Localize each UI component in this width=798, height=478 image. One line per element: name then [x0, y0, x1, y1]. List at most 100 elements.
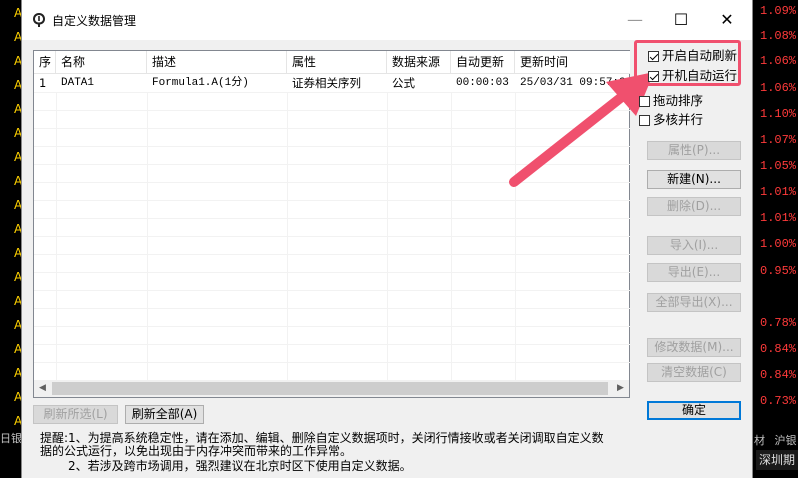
grid-line — [34, 254, 630, 255]
ticker-letter: A — [14, 342, 23, 356]
ticker-letter: A — [14, 126, 23, 140]
grid-line — [34, 236, 630, 237]
change-percent: 0.84% — [760, 342, 797, 356]
change-percent: 1.08% — [760, 29, 797, 43]
auto-refresh-label: 开启自动刷新 — [662, 48, 738, 63]
checkbox-unchecked-icon — [639, 96, 650, 107]
column-header-source[interactable]: 数据来源 — [387, 51, 451, 73]
drag-sort-label: 拖动排序 — [653, 93, 704, 108]
change-percent: 1.09% — [760, 4, 797, 18]
checkbox-checked-icon — [648, 71, 659, 82]
strip-item: 材 — [754, 434, 765, 447]
multi-core-checkbox[interactable]: 多核并行 — [639, 112, 703, 128]
change-percent: 1.01% — [760, 185, 797, 199]
ticker-letter: A — [14, 366, 23, 380]
app-logo-icon — [33, 13, 45, 27]
background-strip-left: 日银 — [0, 432, 22, 445]
import-button[interactable]: 导入(I)... — [647, 236, 741, 255]
scroll-right-icon[interactable]: ▶ — [612, 380, 629, 397]
multi-core-label: 多核并行 — [653, 112, 704, 127]
change-percent: 0.73% — [760, 394, 797, 408]
cell-name: DATA1 — [61, 77, 95, 89]
cell-attribute: 证券相关序列 — [292, 76, 361, 90]
change-percent: 1.01% — [760, 211, 797, 225]
strip-item: 沪银 — [774, 434, 797, 447]
modify-data-button[interactable]: 修改数据(M)... — [647, 338, 741, 357]
drag-sort-checkbox[interactable]: 拖动排序 — [639, 93, 703, 109]
ticker-letter: A — [14, 318, 23, 332]
column-header-description[interactable]: 描述 — [147, 51, 287, 73]
scroll-thumb[interactable] — [52, 382, 608, 395]
cell-description: Formula1.A(1分) — [152, 77, 249, 89]
change-percent: 1.05% — [760, 159, 797, 173]
ok-button[interactable]: 确定 — [647, 401, 741, 420]
clear-data-button[interactable]: 清空数据(C) — [647, 363, 741, 382]
grid-line — [387, 92, 388, 382]
horizontal-scrollbar[interactable]: ◀ ▶ — [34, 380, 629, 397]
change-percent: 0.78% — [760, 316, 797, 330]
background-right-column: 1.09% 1.08% 1.06% 1.06% 1.10% 1.07% 1.05… — [752, 0, 798, 478]
delete-button[interactable]: 删除(D)... — [647, 197, 741, 216]
grid-line — [34, 308, 630, 309]
background-bottom-tab[interactable]: 深圳期 — [756, 450, 798, 470]
ticker-letter: A — [14, 78, 23, 92]
column-header-index[interactable]: 序 — [34, 51, 56, 73]
refresh-all-button[interactable]: 刷新全部(A) — [125, 405, 204, 424]
tip-line-2: 据的公式运行，以免出现由于内存冲突而带来的工作异常。 — [40, 444, 353, 458]
ticker-letter: A — [14, 174, 23, 188]
tip-line-3: 2、若涉及跨市场调用，强烈建议在北京时区下使用自定义数据。 — [68, 459, 412, 473]
auto-run-checkbox[interactable]: 开机自动运行 — [648, 68, 737, 84]
change-percent: 1.07% — [760, 133, 797, 147]
change-percent: 1.10% — [760, 107, 797, 121]
dialog-title: 自定义数据管理 — [52, 14, 137, 28]
checkbox-unchecked-icon — [639, 115, 650, 126]
ticker-letter: A — [14, 390, 23, 404]
grid-line — [34, 272, 630, 273]
ticker-letter: A — [14, 6, 23, 20]
refresh-selected-button[interactable]: 刷新所选(L) — [33, 405, 118, 424]
grid-line — [451, 92, 452, 382]
ticker-letter: A — [14, 150, 23, 164]
new-button[interactable]: 新建(N)... — [647, 170, 741, 189]
change-percent: 1.06% — [760, 81, 797, 95]
minimize-button[interactable]: — — [612, 0, 658, 40]
ticker-letter: A — [14, 54, 23, 68]
column-header-attribute[interactable]: 属性 — [287, 51, 387, 73]
ticker-letter: A — [14, 222, 23, 236]
annotation-arrow-icon — [509, 72, 654, 187]
change-percent: 1.06% — [760, 54, 797, 68]
cell-index: 1 — [39, 76, 47, 90]
properties-button[interactable]: 属性(P)... — [647, 141, 741, 160]
ticker-letter: A — [14, 270, 23, 284]
change-percent: 0.84% — [760, 368, 797, 382]
ticker-letter: A — [14, 198, 23, 212]
background-strip-right: 材 沪银 — [754, 432, 797, 448]
tip-text: 提醒:1、为提高系统稳定性，请在添加、编辑、删除自定义数据项时，关闭行情接收或者… — [40, 432, 640, 473]
column-header-name[interactable]: 名称 — [56, 51, 147, 73]
ticker-letter: A — [14, 246, 23, 260]
auto-run-label: 开机自动运行 — [662, 68, 738, 83]
maximize-button[interactable]: ☐ — [658, 0, 704, 40]
grid-line — [34, 218, 630, 219]
checkbox-checked-icon — [648, 51, 659, 62]
ticker-letter: A — [14, 294, 23, 308]
grid-line — [34, 344, 630, 345]
grid-line — [56, 92, 57, 382]
export-button[interactable]: 导出(E)... — [647, 263, 741, 282]
background-left-column: A A A A A A A A A A A A A A A A A A — [0, 0, 22, 478]
ticker-letter: A — [14, 414, 23, 428]
close-button[interactable]: ✕ — [704, 0, 750, 40]
cell-source: 公式 — [392, 76, 415, 90]
ticker-letter: A — [14, 102, 23, 116]
change-percent: 1.00% — [760, 237, 797, 251]
grid-line — [287, 92, 288, 382]
auto-refresh-checkbox[interactable]: 开启自动刷新 — [648, 48, 737, 64]
grid-line — [147, 92, 148, 382]
grid-line — [34, 290, 630, 291]
change-percent: 0.95% — [760, 264, 797, 278]
export-all-button[interactable]: 全部导出(X)... — [647, 293, 741, 312]
title-bar[interactable]: 自定义数据管理 — ☐ ✕ — [22, 0, 752, 40]
grid-line — [34, 362, 630, 363]
scroll-left-icon[interactable]: ◀ — [34, 380, 51, 397]
grid-line — [34, 326, 630, 327]
